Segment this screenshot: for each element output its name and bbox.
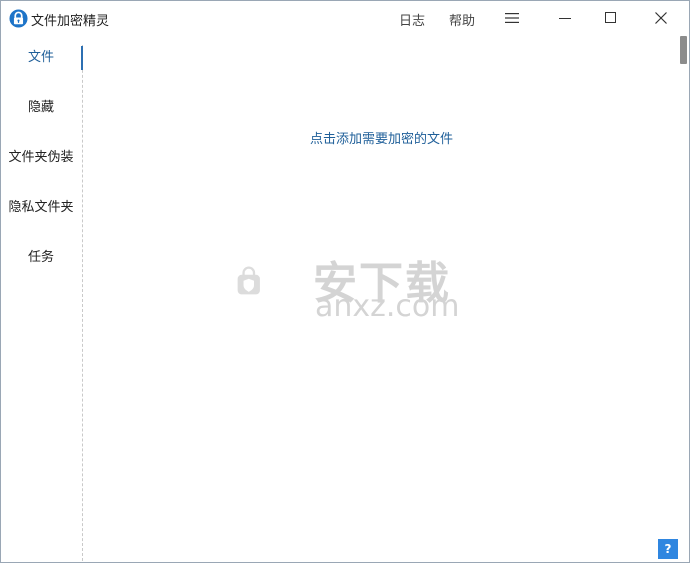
title-bar[interactable]: 文件加密精灵 日志 帮助 [1,1,689,35]
sidebar-item-hide[interactable]: 隐藏 [1,96,81,120]
app-title: 文件加密精灵 [31,14,110,29]
sidebar-item-folder-disguise[interactable]: 文件夹伪装 [1,146,81,170]
hamburger-icon [505,13,519,23]
maximize-icon [605,12,616,23]
maximize-button[interactable] [588,1,634,35]
menu-button[interactable] [489,1,535,35]
help-corner-button[interactable]: ? [658,539,678,559]
help-button[interactable]: 帮助 [449,10,475,29]
sidebar-item-file[interactable]: 文件 [1,46,81,70]
app-window: 文件加密精灵 日志 帮助 文件 隐藏 文件夹伪装 隐私文件夹 任务 点击添加需要… [0,0,690,563]
add-files-link[interactable]: 点击添加需要加密的文件 [310,128,453,147]
lock-icon [9,9,28,28]
minimize-button[interactable] [542,1,588,35]
sidebar-item-private-folder[interactable]: 隐私文件夹 [1,196,81,220]
log-button[interactable]: 日志 [399,10,425,29]
close-button[interactable] [638,1,684,35]
sidebar-divider [82,45,83,561]
watermark-text-en: anxz.com [315,289,460,324]
minimize-icon [559,18,571,19]
watermark-logo [237,266,260,295]
vertical-scrollbar[interactable] [674,35,689,562]
close-icon [655,12,667,24]
scrollbar-thumb[interactable] [680,36,687,64]
sidebar-item-tasks[interactable]: 任务 [1,246,81,270]
sidebar-active-indicator [81,46,83,70]
